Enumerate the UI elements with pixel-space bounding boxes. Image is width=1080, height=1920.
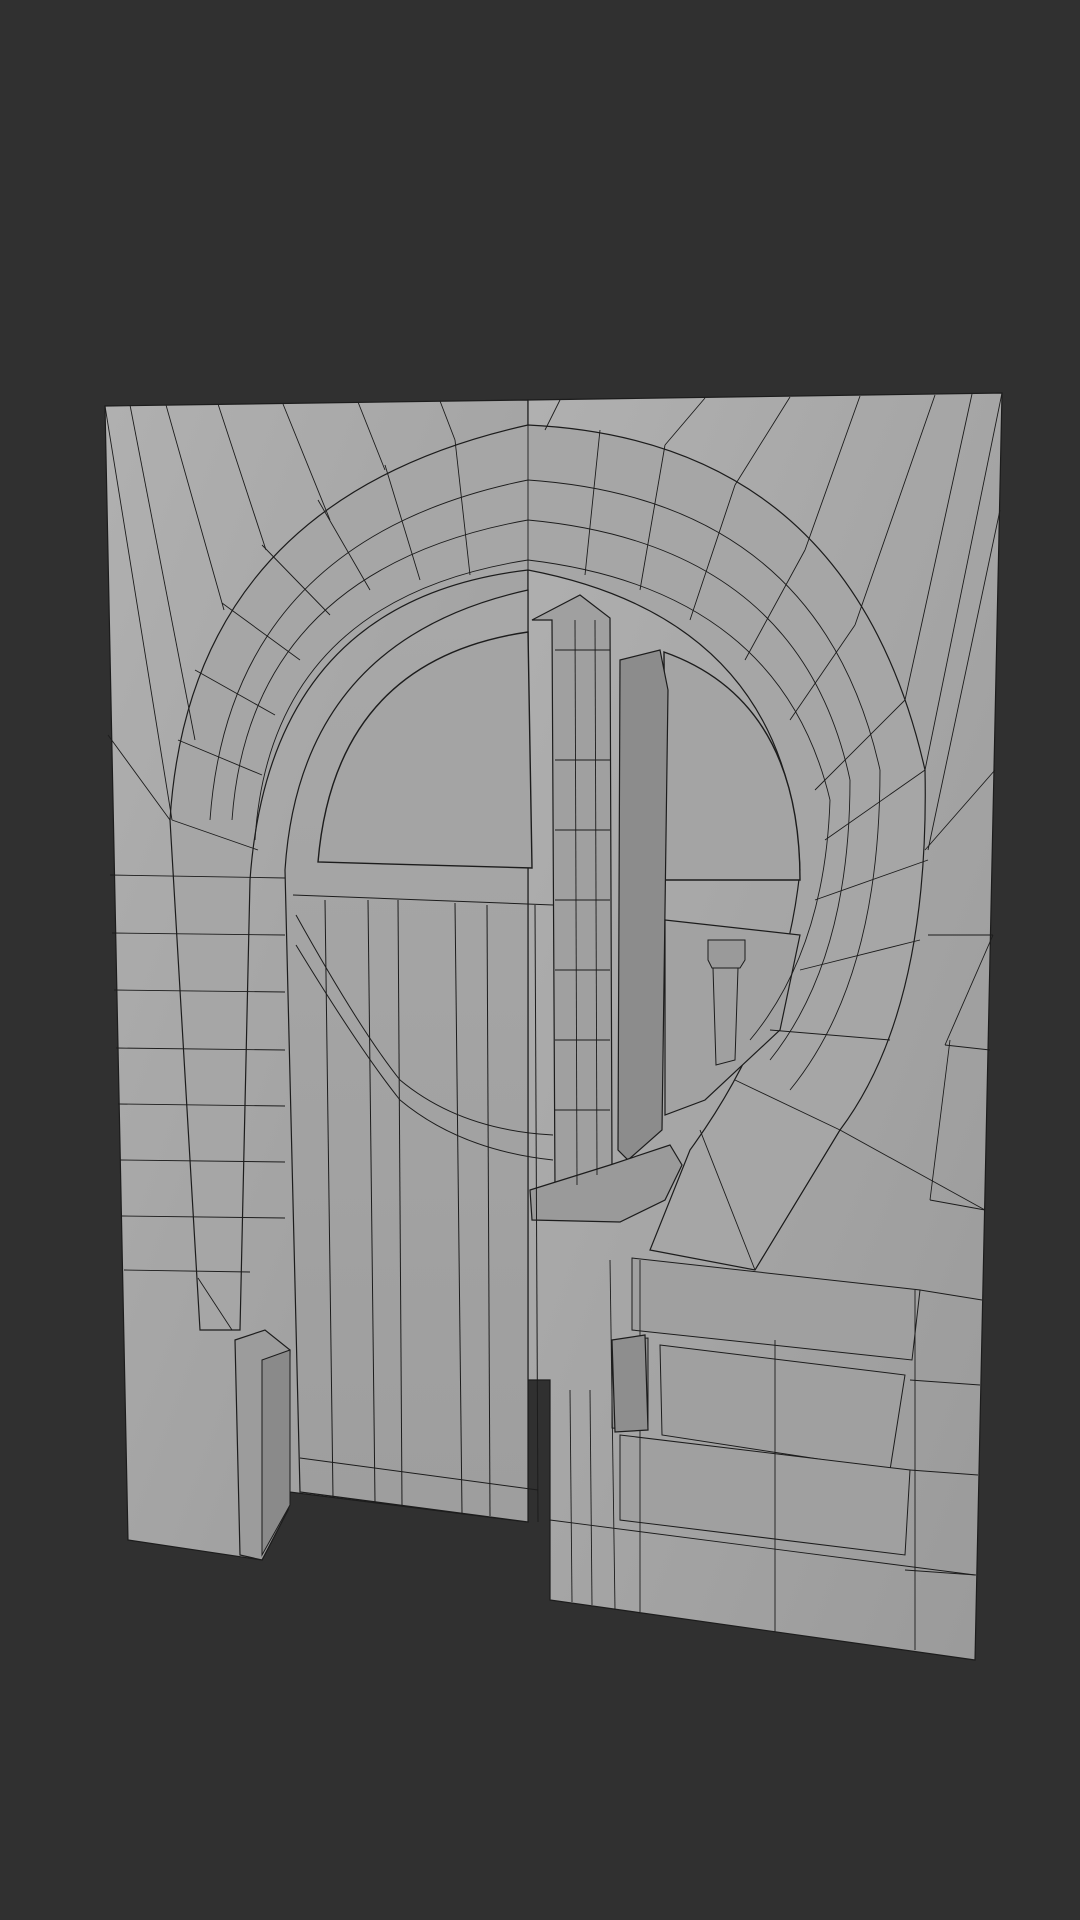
door-bracket-block bbox=[611, 1334, 649, 1433]
arched-doorway-model bbox=[104, 392, 1003, 1661]
window-column bbox=[712, 967, 739, 1066]
left-jamb-side bbox=[261, 1349, 291, 1557]
window-capital bbox=[707, 939, 746, 969]
3d-viewport[interactable] bbox=[0, 0, 1080, 1920]
secondary-mullion bbox=[617, 649, 669, 1161]
